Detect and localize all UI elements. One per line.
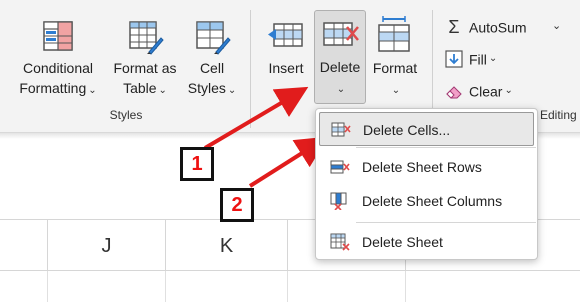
format-as-table-icon: [129, 21, 164, 55]
fill-button[interactable]: Fill ⌄: [445, 47, 497, 69]
grid-row: [0, 271, 580, 302]
grid-cell[interactable]: [48, 271, 166, 302]
delete-dropdown-menu: Delete Cells... Delete Sheet Rows Delete…: [315, 108, 538, 260]
insert-label: Insert: [268, 60, 304, 76]
callout-1: 1: [180, 147, 214, 181]
menu-item-label: Delete Sheet: [362, 234, 443, 250]
fill-label: Fill: [469, 51, 487, 68]
clear-label: Clear: [469, 83, 503, 100]
clear-button[interactable]: Clear ⌄: [445, 79, 513, 101]
column-header-k[interactable]: K: [166, 220, 288, 272]
menu-item-label: Delete Sheet Rows: [362, 159, 482, 175]
format-button[interactable]: Format ⌄: [368, 12, 422, 102]
group-divider: [250, 10, 251, 128]
delete-columns-icon: [330, 192, 347, 210]
callout-2: 2: [220, 188, 254, 222]
column-header-j[interactable]: J: [48, 220, 166, 272]
format-label: Format: [372, 60, 418, 76]
cell-styles-label-1: Cell: [199, 60, 225, 76]
grid-cell[interactable]: [0, 271, 48, 302]
chevron-down-icon: ⌄: [158, 85, 167, 96]
menu-separator: [356, 147, 536, 148]
delete-sheet-icon: [330, 233, 350, 251]
menu-item-delete-sheet[interactable]: Delete Sheet: [316, 225, 539, 259]
menu-item-delete-sheet-rows[interactable]: Delete Sheet Rows: [316, 150, 539, 184]
grid-cell[interactable]: [166, 271, 288, 302]
styles-group-label: Styles: [109, 108, 143, 122]
chevron-down-icon: ⌄: [336, 84, 346, 95]
delete-label: Delete: [319, 59, 361, 75]
cell-styles-button[interactable]: Cell Styles ⌄: [184, 12, 240, 104]
autosum-label: AutoSum: [469, 19, 527, 36]
conditional-formatting-icon: [43, 21, 73, 51]
conditional-formatting-label-2: Formatting ⌄: [19, 80, 97, 96]
chevron-down-icon: ⌄: [391, 85, 401, 96]
autosum-button[interactable]: Σ AutoSum: [445, 15, 527, 38]
delete-button[interactable]: Delete ⌄: [314, 10, 366, 104]
chevron-down-icon: ⌄: [227, 85, 237, 96]
grid-cell[interactable]: [288, 271, 406, 302]
fill-down-icon: [445, 50, 463, 68]
insert-cells-icon: [268, 23, 303, 47]
format-as-table-label-2: Table ⌄: [123, 80, 167, 96]
format-chevron: ⌄: [368, 78, 422, 101]
autosum-dropdown[interactable]: ⌄: [552, 15, 561, 37]
format-as-table-label-1: Format as: [113, 60, 177, 76]
delete-rows-icon: [330, 160, 350, 174]
menu-item-label: Delete Cells...: [363, 122, 451, 138]
insert-button[interactable]: Insert ⌄: [262, 12, 310, 102]
sigma-icon: Σ: [448, 17, 460, 38]
cell-styles-icon: [196, 21, 231, 55]
menu-separator: [356, 222, 536, 223]
menu-item-delete-sheet-columns[interactable]: Delete Sheet Columns: [316, 184, 539, 218]
conditional-formatting-label-1: Conditional: [22, 60, 94, 76]
delete-cells-icon: [331, 122, 351, 137]
editing-group-label: Editing: [540, 108, 577, 122]
column-header[interactable]: [0, 220, 48, 272]
format-as-table-button[interactable]: Format as Table ⌄: [108, 12, 182, 104]
cell-styles-label-2: Styles ⌄: [187, 80, 237, 96]
eraser-icon: [446, 86, 462, 100]
menu-item-label: Delete Sheet Columns: [362, 193, 503, 209]
delete-cells-icon: [323, 22, 359, 46]
chevron-down-icon: ⌄: [88, 85, 97, 96]
format-cells-icon: [378, 16, 410, 52]
chevron-down-icon: ⌄: [282, 85, 292, 96]
delete-chevron: ⌄: [315, 77, 365, 100]
insert-chevron: ⌄: [262, 78, 310, 101]
menu-item-delete-cells[interactable]: Delete Cells...: [319, 112, 534, 146]
chevron-down-icon: ⌄: [504, 85, 513, 97]
chevron-down-icon: ⌄: [488, 53, 498, 65]
conditional-formatting-button[interactable]: Conditional Formatting ⌄: [14, 12, 102, 104]
